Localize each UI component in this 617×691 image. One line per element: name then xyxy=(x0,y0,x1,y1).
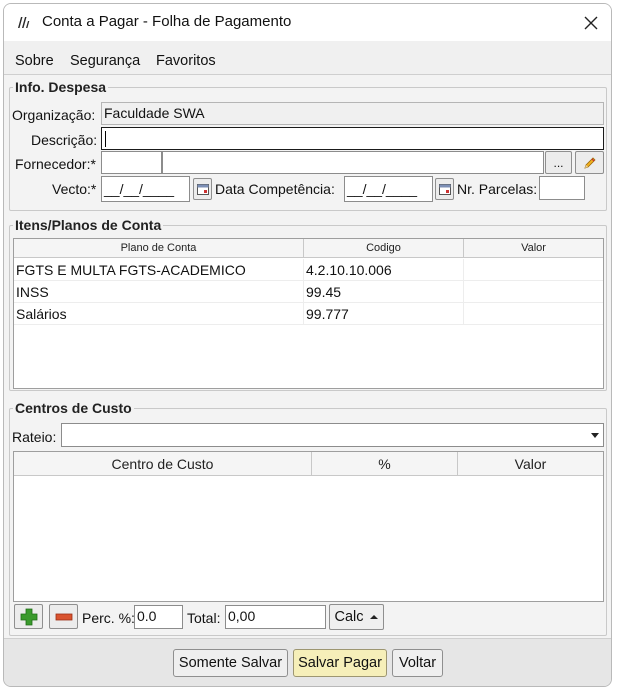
plus-icon xyxy=(20,608,37,625)
organizacao-field[interactable]: Faculdade SWA xyxy=(101,102,604,125)
competencia-input[interactable]: __/__/____ xyxy=(344,176,433,202)
fornecedor-search-button[interactable]: ... xyxy=(545,151,572,174)
rateio-select[interactable] xyxy=(61,423,604,447)
centros-legend: Centros de Custo xyxy=(15,400,132,416)
app-window: Conta a Pagar - Folha de Pagamento Sobre… xyxy=(3,3,612,687)
vecto-calendar-button[interactable] xyxy=(193,178,212,200)
cell-valor[interactable] xyxy=(464,303,603,325)
competencia-calendar-button[interactable] xyxy=(435,178,454,200)
fornecedor-label: Fornecedor:* xyxy=(15,156,96,172)
voltar-button[interactable]: Voltar xyxy=(392,649,443,677)
add-centro-button[interactable] xyxy=(14,604,43,629)
perc-input[interactable]: 0.0 xyxy=(134,605,183,629)
descricao-label: Descrição: xyxy=(31,132,98,148)
vecto-label: Vecto:* xyxy=(52,181,97,197)
cell-plano: FGTS E MULTA FGTS-ACADEMICO xyxy=(14,259,304,281)
calc-label: Calc xyxy=(334,609,364,625)
cell-valor[interactable] xyxy=(464,281,603,303)
itens-table: Plano de Conta Codigo Valor FGTS E MULTA… xyxy=(13,238,604,389)
ellipsis-icon: ... xyxy=(553,155,564,170)
parcelas-label: Nr. Parcelas: xyxy=(457,181,538,197)
perc-label: Perc. %: xyxy=(82,610,135,626)
total-label: Total: xyxy=(187,610,221,626)
rateio-label: Rateio: xyxy=(12,429,57,445)
col-percent[interactable]: % xyxy=(312,452,458,476)
title-bar: Conta a Pagar - Folha de Pagamento xyxy=(4,4,611,41)
chevron-down-icon xyxy=(591,433,599,438)
caret-up-icon xyxy=(369,615,378,619)
cell-codigo: 4.2.10.10.006 xyxy=(304,259,464,281)
centros-table: Centro de Custo % Valor xyxy=(13,451,604,602)
salvar-pagar-button[interactable]: Salvar Pagar xyxy=(293,649,387,677)
fornecedor-edit-button[interactable] xyxy=(575,151,604,174)
fornecedor-name-input[interactable] xyxy=(162,151,544,174)
menu-sobre[interactable]: Sobre xyxy=(15,53,54,69)
menu-favoritos[interactable]: Favoritos xyxy=(156,53,216,69)
calc-button[interactable]: Calc xyxy=(329,604,384,630)
app-logo-icon xyxy=(18,17,30,28)
footer-bar: Somente Salvar Salvar Pagar Voltar xyxy=(4,638,611,686)
itens-legend: Itens/Planos de Conta xyxy=(15,217,162,233)
cell-codigo: 99.45 xyxy=(304,281,464,303)
table-row[interactable]: INSS 99.45 xyxy=(14,281,603,303)
remove-centro-button[interactable] xyxy=(49,604,78,629)
descricao-input[interactable] xyxy=(101,127,604,150)
close-button[interactable] xyxy=(571,4,611,41)
minus-icon xyxy=(55,613,72,620)
close-icon xyxy=(584,16,598,29)
col-centro-de-custo[interactable]: Centro de Custo xyxy=(14,452,312,476)
cell-plano: INSS xyxy=(14,281,304,303)
table-row[interactable]: FGTS E MULTA FGTS-ACADEMICO 4.2.10.10.00… xyxy=(14,259,603,281)
table-row[interactable]: Salários 99.777 xyxy=(14,303,603,325)
menu-seguranca[interactable]: Segurança xyxy=(70,53,140,69)
total-input[interactable]: 0,00 xyxy=(225,605,326,629)
col-plano-de-conta[interactable]: Plano de Conta xyxy=(14,239,304,258)
competencia-label: Data Competência: xyxy=(215,181,335,197)
vecto-input[interactable]: __/__/____ xyxy=(101,176,190,202)
menu-bar: Sobre Segurança Favoritos xyxy=(4,41,611,75)
col-valor-centro[interactable]: Valor xyxy=(458,452,603,476)
text-caret xyxy=(105,131,106,148)
pencil-icon xyxy=(583,156,596,169)
cell-plano: Salários xyxy=(14,303,304,325)
calendar-icon xyxy=(196,183,209,195)
parcelas-input[interactable] xyxy=(539,176,585,200)
col-codigo[interactable]: Codigo xyxy=(304,239,464,258)
window-title: Conta a Pagar - Folha de Pagamento xyxy=(42,13,292,30)
main-content: Info. Despesa Organização: Faculdade SWA… xyxy=(4,75,611,638)
calendar-icon xyxy=(438,183,451,195)
organizacao-label: Organização: xyxy=(12,107,96,123)
somente-salvar-button[interactable]: Somente Salvar xyxy=(173,649,288,677)
cell-valor[interactable] xyxy=(464,259,603,281)
fornecedor-code-input[interactable] xyxy=(101,151,162,174)
cell-codigo: 99.777 xyxy=(304,303,464,325)
col-valor[interactable]: Valor xyxy=(464,239,603,258)
info-despesa-legend: Info. Despesa xyxy=(15,79,107,95)
